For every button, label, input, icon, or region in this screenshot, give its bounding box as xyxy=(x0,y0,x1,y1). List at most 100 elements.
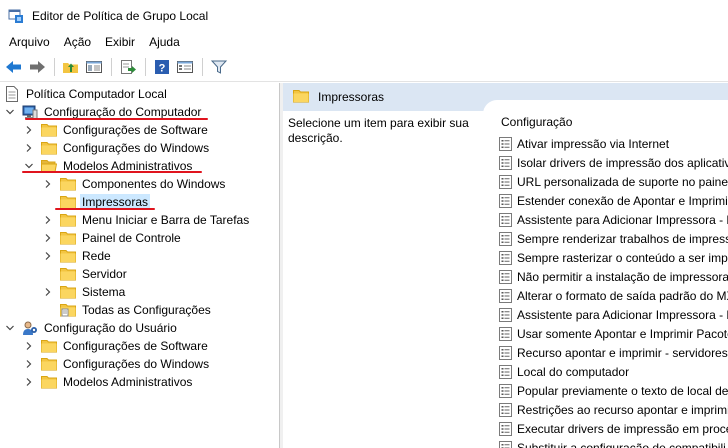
policy-setting-icon xyxy=(499,402,512,417)
setting-row[interactable]: Sempre renderizar trabalhos de impressão xyxy=(499,229,728,248)
tree-label-admin-servidor: Servidor xyxy=(82,267,127,281)
settings-folder-icon xyxy=(60,302,76,318)
policy-setting-icon xyxy=(499,421,512,436)
policy-setting-icon xyxy=(499,250,512,265)
filter-icon xyxy=(210,60,228,74)
chevron-right-icon[interactable] xyxy=(42,178,54,190)
policy-setting-icon xyxy=(499,326,512,341)
folder-icon xyxy=(41,338,57,354)
setting-row[interactable]: Assistente para Adicionar Impressora - P xyxy=(499,210,728,229)
gpedit-app-icon xyxy=(8,8,24,24)
setting-row[interactable]: Substituir a configuração de compatibili xyxy=(499,438,726,448)
chevron-right-icon[interactable] xyxy=(42,214,54,226)
tree-item-user-config[interactable]: Configuração do Usuário xyxy=(4,319,179,337)
tree-item-admin-painel[interactable]: Painel de Controle xyxy=(42,229,183,247)
menu-bar: Arquivo Ação Exibir Ajuda xyxy=(0,31,728,53)
properties-view-icon xyxy=(177,61,193,73)
tree-item-root[interactable]: Política Computador Local xyxy=(4,85,169,103)
chevron-right-icon[interactable] xyxy=(23,340,35,352)
show-hide-tree-button[interactable] xyxy=(83,56,105,78)
setting-row[interactable]: URL personalizada de suporte no painel xyxy=(499,172,728,191)
chevron-right-icon[interactable] xyxy=(42,286,54,298)
tree-label-uc-software: Configurações de Software xyxy=(63,339,208,353)
toolbar-separator xyxy=(54,58,55,76)
policy-setting-icon xyxy=(499,307,512,322)
tree-label-user-config: Configuração do Usuário xyxy=(44,321,177,335)
setting-label: Usar somente Apontar e Imprimir Pacote xyxy=(517,326,728,341)
tree-label-admin-menu-iniciar: Menu Iniciar e Barra de Tarefas xyxy=(82,213,250,227)
tree-item-admin-rede[interactable]: Rede xyxy=(42,247,113,265)
folder-icon xyxy=(41,140,57,156)
setting-row[interactable]: Restrições ao recurso apontar e imprimir xyxy=(499,400,728,419)
column-header-configuracao[interactable]: Configuração xyxy=(501,115,572,129)
chevron-right-icon[interactable] xyxy=(42,250,54,262)
policy-setting-icon xyxy=(499,193,512,208)
setting-row[interactable]: Executar drivers de impressão em proce xyxy=(499,419,728,438)
folder-icon xyxy=(293,89,309,105)
folder-icon xyxy=(41,374,57,390)
setting-label: Não permitir a instalação de impressoras xyxy=(517,269,728,284)
tree-item-uc-admin[interactable]: Modelos Administrativos xyxy=(23,373,194,391)
setting-label: Executar drivers de impressão em proce xyxy=(517,421,728,436)
setting-row[interactable]: Alterar o formato de saída padrão do MX xyxy=(499,286,728,305)
export-list-button[interactable] xyxy=(117,56,139,78)
policy-setting-icon xyxy=(499,364,512,379)
chevron-right-icon[interactable] xyxy=(23,124,35,136)
chevron-right-icon[interactable] xyxy=(42,232,54,244)
setting-label: Alterar o formato de saída padrão do MX xyxy=(517,288,728,303)
back-button[interactable] xyxy=(3,56,25,78)
toolbar: ? xyxy=(0,53,728,82)
setting-row[interactable]: Ativar impressão via Internet xyxy=(499,134,669,153)
tree-item-uc-windows[interactable]: Configurações do Windows xyxy=(23,355,211,373)
menu-arquivo[interactable]: Arquivo xyxy=(0,31,57,53)
setting-row[interactable]: Usar somente Apontar e Imprimir Pacote xyxy=(499,324,728,343)
export-list-icon xyxy=(121,60,136,74)
toolbar-separator xyxy=(145,58,146,76)
tree-item-admin-todas[interactable]: Todas as Configurações xyxy=(42,301,213,319)
setting-row[interactable]: Sempre rasterizar o conteúdo a ser impr xyxy=(499,248,728,267)
details-header-title: Impressoras xyxy=(318,90,385,104)
title-bar: Editor de Política de Grupo Local xyxy=(0,0,728,31)
setting-label: Assistente para Adicionar Impressora - P xyxy=(517,307,728,322)
tree-item-admin-servidor[interactable]: Servidor xyxy=(42,265,129,283)
svg-text:?: ? xyxy=(159,63,166,75)
folder-icon xyxy=(60,248,76,264)
setting-row[interactable]: Local do computador xyxy=(499,362,629,381)
annotation-underline xyxy=(55,208,155,210)
setting-row[interactable]: Assistente para Adicionar Impressora - P xyxy=(499,305,728,324)
show-hide-tree-icon xyxy=(86,61,102,73)
setting-row[interactable]: Recurso apontar e imprimir - servidores xyxy=(499,343,728,362)
chevron-right-icon[interactable] xyxy=(23,358,35,370)
chevron-down-icon[interactable] xyxy=(4,322,16,334)
menu-ajuda[interactable]: Ajuda xyxy=(142,31,187,53)
forward-button[interactable] xyxy=(26,56,48,78)
setting-row[interactable]: Estender conexão de Apontar e Imprimir xyxy=(499,191,728,210)
chevron-down-icon[interactable] xyxy=(4,106,16,118)
policy-setting-icon xyxy=(499,288,512,303)
setting-label: Sempre renderizar trabalhos de impressão xyxy=(517,231,728,246)
toolbar-separator xyxy=(111,58,112,76)
setting-label: Sempre rasterizar o conteúdo a ser impr xyxy=(517,250,728,265)
setting-label: Substituir a configuração de compatibili xyxy=(517,440,726,448)
tree-item-uc-software[interactable]: Configurações de Software xyxy=(23,337,210,355)
tree-item-admin-componentes[interactable]: Componentes do Windows xyxy=(42,175,227,193)
tree-item-cc-software[interactable]: Configurações de Software xyxy=(23,121,210,139)
annotation-underline xyxy=(25,118,208,120)
menu-exibir[interactable]: Exibir xyxy=(98,31,142,53)
up-level-button[interactable] xyxy=(60,56,82,78)
setting-label: Recurso apontar e imprimir - servidores xyxy=(517,345,728,360)
setting-row[interactable]: Popular previamente o texto de local de xyxy=(499,381,728,400)
setting-row[interactable]: Isolar drivers de impressão dos aplicati… xyxy=(499,153,728,172)
filter-button[interactable] xyxy=(208,56,230,78)
menu-acao[interactable]: Ação xyxy=(57,31,98,53)
setting-row[interactable]: Não permitir a instalação de impressoras xyxy=(499,267,728,286)
tree-item-admin-sistema[interactable]: Sistema xyxy=(42,283,127,301)
help-button[interactable]: ? xyxy=(151,56,173,78)
chevron-right-icon[interactable] xyxy=(23,142,35,154)
back-arrow-icon xyxy=(6,61,21,73)
chevron-right-icon[interactable] xyxy=(23,376,35,388)
properties-view-button[interactable] xyxy=(174,56,196,78)
tree-item-cc-windows[interactable]: Configurações do Windows xyxy=(23,139,211,157)
tree-label-admin-todas: Todas as Configurações xyxy=(82,303,211,317)
tree-item-admin-menu-iniciar[interactable]: Menu Iniciar e Barra de Tarefas xyxy=(42,211,251,229)
